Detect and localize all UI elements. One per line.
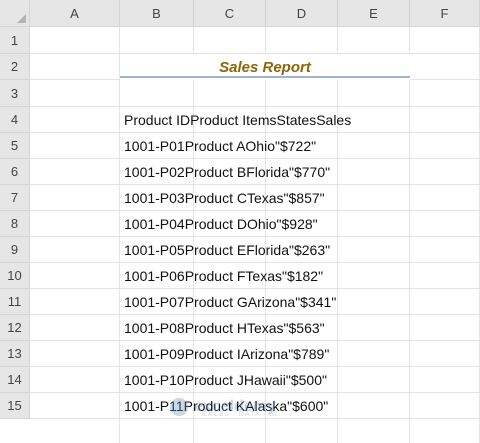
data-row-cell[interactable]: 1001-P05Product EFlorida"$263" (124, 237, 330, 263)
row-header-3[interactable]: 3 (0, 80, 30, 107)
row-header-1[interactable]: 1 (0, 27, 30, 54)
header-row-cell[interactable]: Product IDProduct ItemsStatesSales (124, 107, 351, 133)
data-row-cell[interactable]: 1001-P08Product HTexas"$563" (124, 315, 325, 341)
row-header-11[interactable]: 11 (0, 289, 30, 315)
data-row-cell[interactable]: 1001-P07Product GArizona"$341" (124, 289, 336, 315)
row-header-15[interactable]: 15 (0, 393, 30, 419)
row-header-6[interactable]: 6 (0, 159, 30, 185)
select-all-triangle-icon (17, 14, 26, 23)
row-header-7[interactable]: 7 (0, 185, 30, 211)
gridline-col-a (119, 27, 120, 443)
row-header-2[interactable]: 2 (0, 54, 30, 80)
data-row-cell[interactable]: 1001-P01Product AOhio"$722" (124, 133, 316, 159)
select-all-corner[interactable] (0, 0, 30, 27)
row-header-12[interactable]: 12 (0, 315, 30, 341)
title-underline-border (120, 76, 410, 78)
data-row-cell[interactable]: 1001-P03Product CTexas"$857" (124, 185, 325, 211)
gridline-col-e (409, 27, 410, 443)
data-row-cell[interactable]: 1001-P06Product FTexas"$182" (124, 263, 323, 289)
column-header-f[interactable]: F (410, 0, 480, 27)
row-header-8[interactable]: 8 (0, 211, 30, 237)
column-header-e[interactable]: E (338, 0, 410, 27)
row-header-10[interactable]: 10 (0, 263, 30, 289)
data-row-cell[interactable]: 1001-P02Product BFlorida"$770" (124, 159, 330, 185)
row-header-column: 1 2 3 4 5 6 7 8 9 10 11 12 13 14 15 (0, 27, 30, 419)
column-header-a[interactable]: A (30, 0, 120, 27)
data-row-cell[interactable]: 1001-P04Product DOhio"$928" (124, 211, 318, 237)
row-header-9[interactable]: 9 (0, 237, 30, 263)
row-header-5[interactable]: 5 (0, 133, 30, 159)
column-header-b[interactable]: B (120, 0, 194, 27)
gridline-col-d (337, 27, 338, 443)
data-row-cell[interactable]: 1001-P10Product JHawaii"$500" (124, 367, 327, 393)
row-header-14[interactable]: 14 (0, 367, 30, 393)
column-header-row: A B C D E F (30, 0, 480, 27)
row-header-13[interactable]: 13 (0, 341, 30, 367)
spreadsheet-grid: A B C D E F 1 2 3 4 5 6 7 8 9 10 11 12 1… (0, 0, 480, 443)
data-row-cell[interactable]: 1001-P09Product IArizona"$789" (124, 341, 329, 367)
row-header-4[interactable]: 4 (0, 107, 30, 133)
column-header-d[interactable]: D (266, 0, 338, 27)
data-row-cell[interactable]: 1001-P11Product KAlaska"$600" (124, 393, 328, 419)
column-header-c[interactable]: C (194, 0, 266, 27)
